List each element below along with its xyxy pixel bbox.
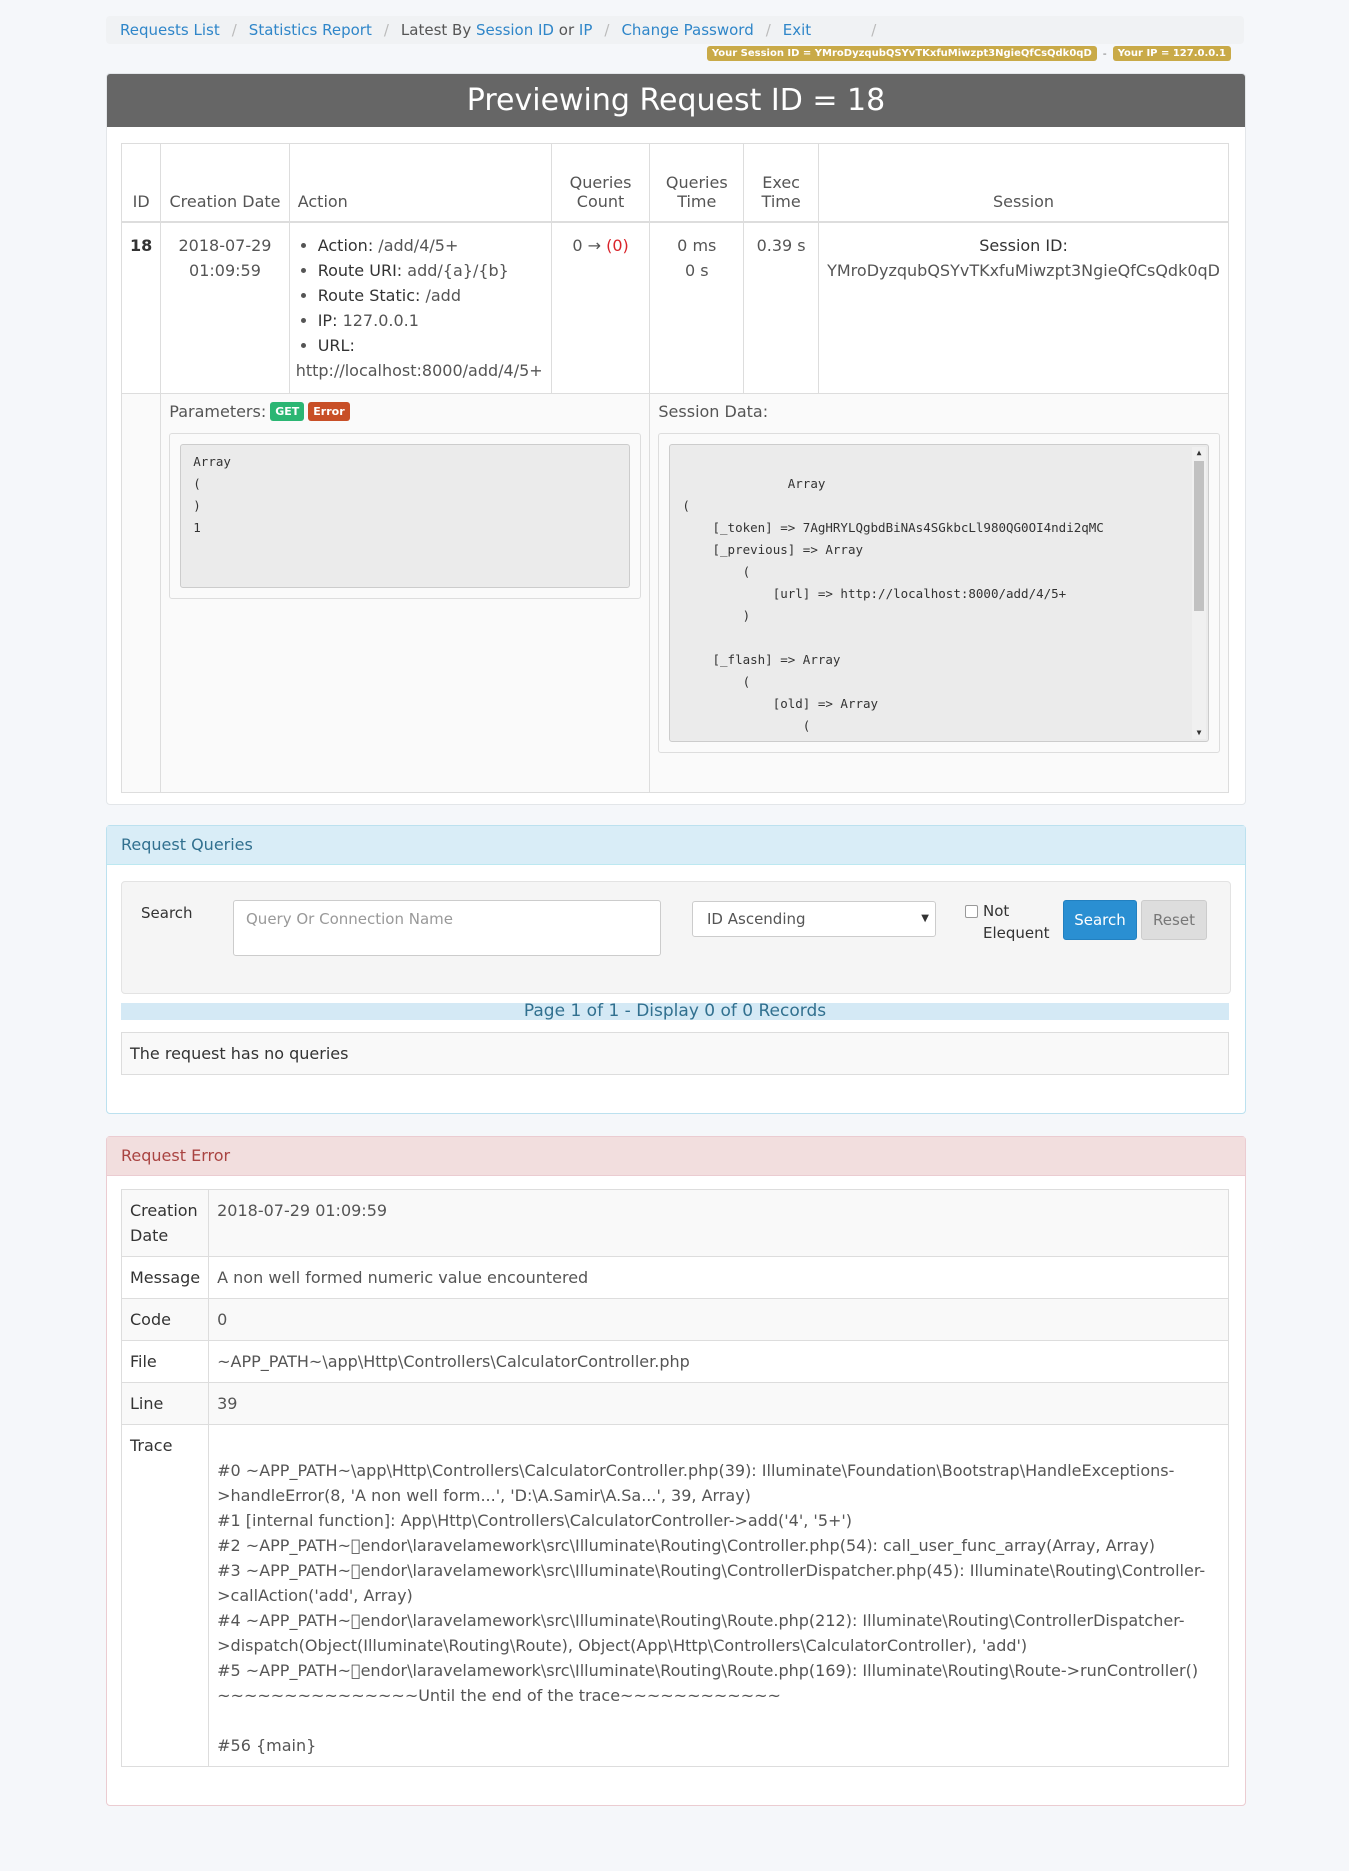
queries-search-form: Search Query Or Connection Name ID Ascen… [121, 881, 1231, 994]
error-panel-title: Request Error [107, 1137, 1245, 1176]
session-data-heading: Session Data: [658, 402, 769, 421]
nav-statistics-report[interactable]: Statistics Report [249, 21, 372, 39]
route-static-item: Route Static: /add [318, 283, 543, 308]
breadcrumb-separator: / [231, 21, 237, 39]
cell-queries-count: 0 → (0) [550, 221, 651, 394]
parameters-well: Array ( ) 1 [169, 433, 642, 599]
nav-requests-list[interactable]: Requests List [120, 21, 220, 39]
cell-session: Session ID: YMroDyzqubQSYvTKxfuMiwzpt3Ngi… [818, 221, 1229, 394]
url-value: http://localhost:8000/add/4/5+ [295, 361, 543, 380]
nav-or-label: or [558, 21, 575, 39]
ip-item: IP: 127.0.0.1 [318, 308, 543, 333]
no-queries-message: The request has no queries [121, 1032, 1229, 1075]
cell-action: Action: /add/4/5+ Route URI: add/{a}/{b}… [288, 221, 552, 394]
parameters-heading: Parameters: GET Error [169, 402, 641, 421]
error-badge: Error [308, 402, 350, 421]
request-table: ID Creation Date Action Queries Count Que… [120, 143, 1229, 793]
error-value-line: 39 [208, 1382, 1229, 1425]
error-key-code: Code [120, 1298, 210, 1341]
scroll-up-icon[interactable]: ▲ [1192, 447, 1206, 459]
col-queries-count: Queries Count [550, 143, 651, 223]
scroll-down-icon[interactable]: ▼ [1192, 727, 1206, 739]
error-value-creation-date: 2018-07-29 01:09:59 [208, 1189, 1229, 1257]
nav-session-id[interactable]: Session ID [476, 21, 554, 39]
error-value-file: ~APP_PATH~\app\Http\Controllers\Calculat… [208, 1340, 1229, 1383]
col-queries-time: Queries Time [649, 143, 745, 223]
breadcrumb-separator: / [383, 21, 389, 39]
url-item: URL: [318, 333, 543, 358]
route-uri-item: Route URI: add/{a}/{b} [318, 258, 543, 283]
page-title: Previewing Request ID = 18 [107, 74, 1245, 127]
chevron-down-icon: ▼ [921, 913, 929, 924]
session-data-cell: Session Data: Array ( [_token] => 7AgHRY… [649, 393, 1229, 793]
request-preview-panel: Previewing Request ID = 18 ID Creation D… [106, 73, 1246, 805]
error-key-message: Message [120, 1256, 210, 1299]
nav-latest-by-label: Latest By [400, 21, 472, 39]
error-key-line: Line [120, 1382, 210, 1425]
session-badges: Your Session ID = YMroDyzqubQSYvTKxfuMiw… [706, 46, 1231, 61]
col-exec-time: Exec Time [743, 143, 820, 223]
breadcrumb-separator: / [604, 21, 610, 39]
col-action: Action [288, 143, 552, 223]
breadcrumb-separator: / [871, 21, 877, 39]
error-value-trace: #0 ~APP_PATH~\app\Http\Controllers\Calcu… [208, 1424, 1229, 1767]
session-scrollbar[interactable]: ▲ ▼ [1192, 447, 1206, 739]
cell-creation-date: 2018-07-29 01:09:59 [160, 221, 290, 394]
cell-queries-time: 0 ms 0 s [649, 221, 745, 394]
col-session: Session [818, 143, 1229, 223]
table-header-row: ID Creation Date Action Queries Count Que… [120, 143, 1229, 223]
queries-panel-title: Request Queries [107, 826, 1245, 865]
details-row: Parameters: GET Error Array ( ) 1 Sessio… [120, 393, 1229, 793]
nav-ip[interactable]: IP [579, 21, 592, 39]
table-row: 18 2018-07-2901:09:59 Action: /add/4/5+ … [120, 221, 1229, 394]
nav-exit[interactable]: Exit [783, 21, 811, 39]
request-queries-panel: Request Queries Search Query Or Connecti… [106, 825, 1246, 1114]
request-error-panel: Request Error Creation Date 2018-07-29 01… [106, 1136, 1246, 1806]
table-row: Code 0 [120, 1298, 1229, 1341]
nav-change-password[interactable]: Change Password [621, 21, 753, 39]
breadcrumb-separator: / [765, 21, 771, 39]
error-table: Creation Date 2018-07-29 01:09:59 Message… [120, 1189, 1229, 1767]
search-button[interactable]: Search [1063, 900, 1137, 940]
session-data-well: Array ( [_token] => 7AgHRYLQgbdBiNAs4SGk… [658, 433, 1220, 753]
col-id: ID [120, 143, 162, 223]
breadcrumb: Requests List / Statistics Report / Latest B… [106, 16, 1244, 44]
cell-exec-time: 0.39 s [743, 221, 820, 394]
parameters-textarea[interactable]: Array ( ) 1 [180, 444, 631, 588]
reset-button[interactable]: Reset [1141, 900, 1207, 940]
error-key-creation-date: Creation Date [120, 1189, 210, 1257]
search-label: Search [141, 904, 193, 922]
error-key-file: File [120, 1340, 210, 1383]
table-row: Line 39 [120, 1382, 1229, 1425]
error-key-trace: Trace [120, 1424, 210, 1767]
error-value-message: A non well formed numeric value encounte… [208, 1256, 1229, 1299]
scrollbar-thumb[interactable] [1194, 461, 1204, 611]
parameters-cell: Parameters: GET Error Array ( ) 1 [160, 393, 651, 793]
table-row: Trace #0 ~APP_PATH~\app\Http\Controllers… [120, 1424, 1229, 1767]
badge-separator: - [1102, 47, 1107, 60]
session-id-badge: Your Session ID = YMroDyzqubQSYvTKxfuMiw… [706, 46, 1097, 61]
session-data-textarea[interactable]: Array ( [_token] => 7AgHRYLQgbdBiNAs4SGk… [669, 444, 1209, 742]
ip-badge: Your IP = 127.0.0.1 [1112, 46, 1231, 61]
sort-select[interactable]: ID Ascending ▼ [692, 901, 936, 937]
table-row: Creation Date 2018-07-29 01:09:59 [120, 1189, 1229, 1257]
error-value-code: 0 [208, 1298, 1229, 1341]
page: Requests List / Statistics Report / Latest B… [0, 0, 1349, 1871]
col-creation-date: Creation Date [160, 143, 290, 223]
pagination-info: Page 1 of 1 - Display 0 of 0 Records [121, 1003, 1229, 1020]
not-elequent-checkbox[interactable] [965, 905, 978, 918]
table-row: File ~APP_PATH~\app\Http\Controllers\Cal… [120, 1340, 1229, 1383]
table-row: Message A non well formed numeric value … [120, 1256, 1229, 1299]
search-input[interactable]: Query Or Connection Name [233, 900, 661, 956]
get-badge: GET [270, 402, 305, 421]
action-item: Action: /add/4/5+ [318, 233, 543, 258]
not-elequent-label: Not Elequent [983, 902, 1050, 942]
cell-id: 18 [120, 221, 162, 394]
